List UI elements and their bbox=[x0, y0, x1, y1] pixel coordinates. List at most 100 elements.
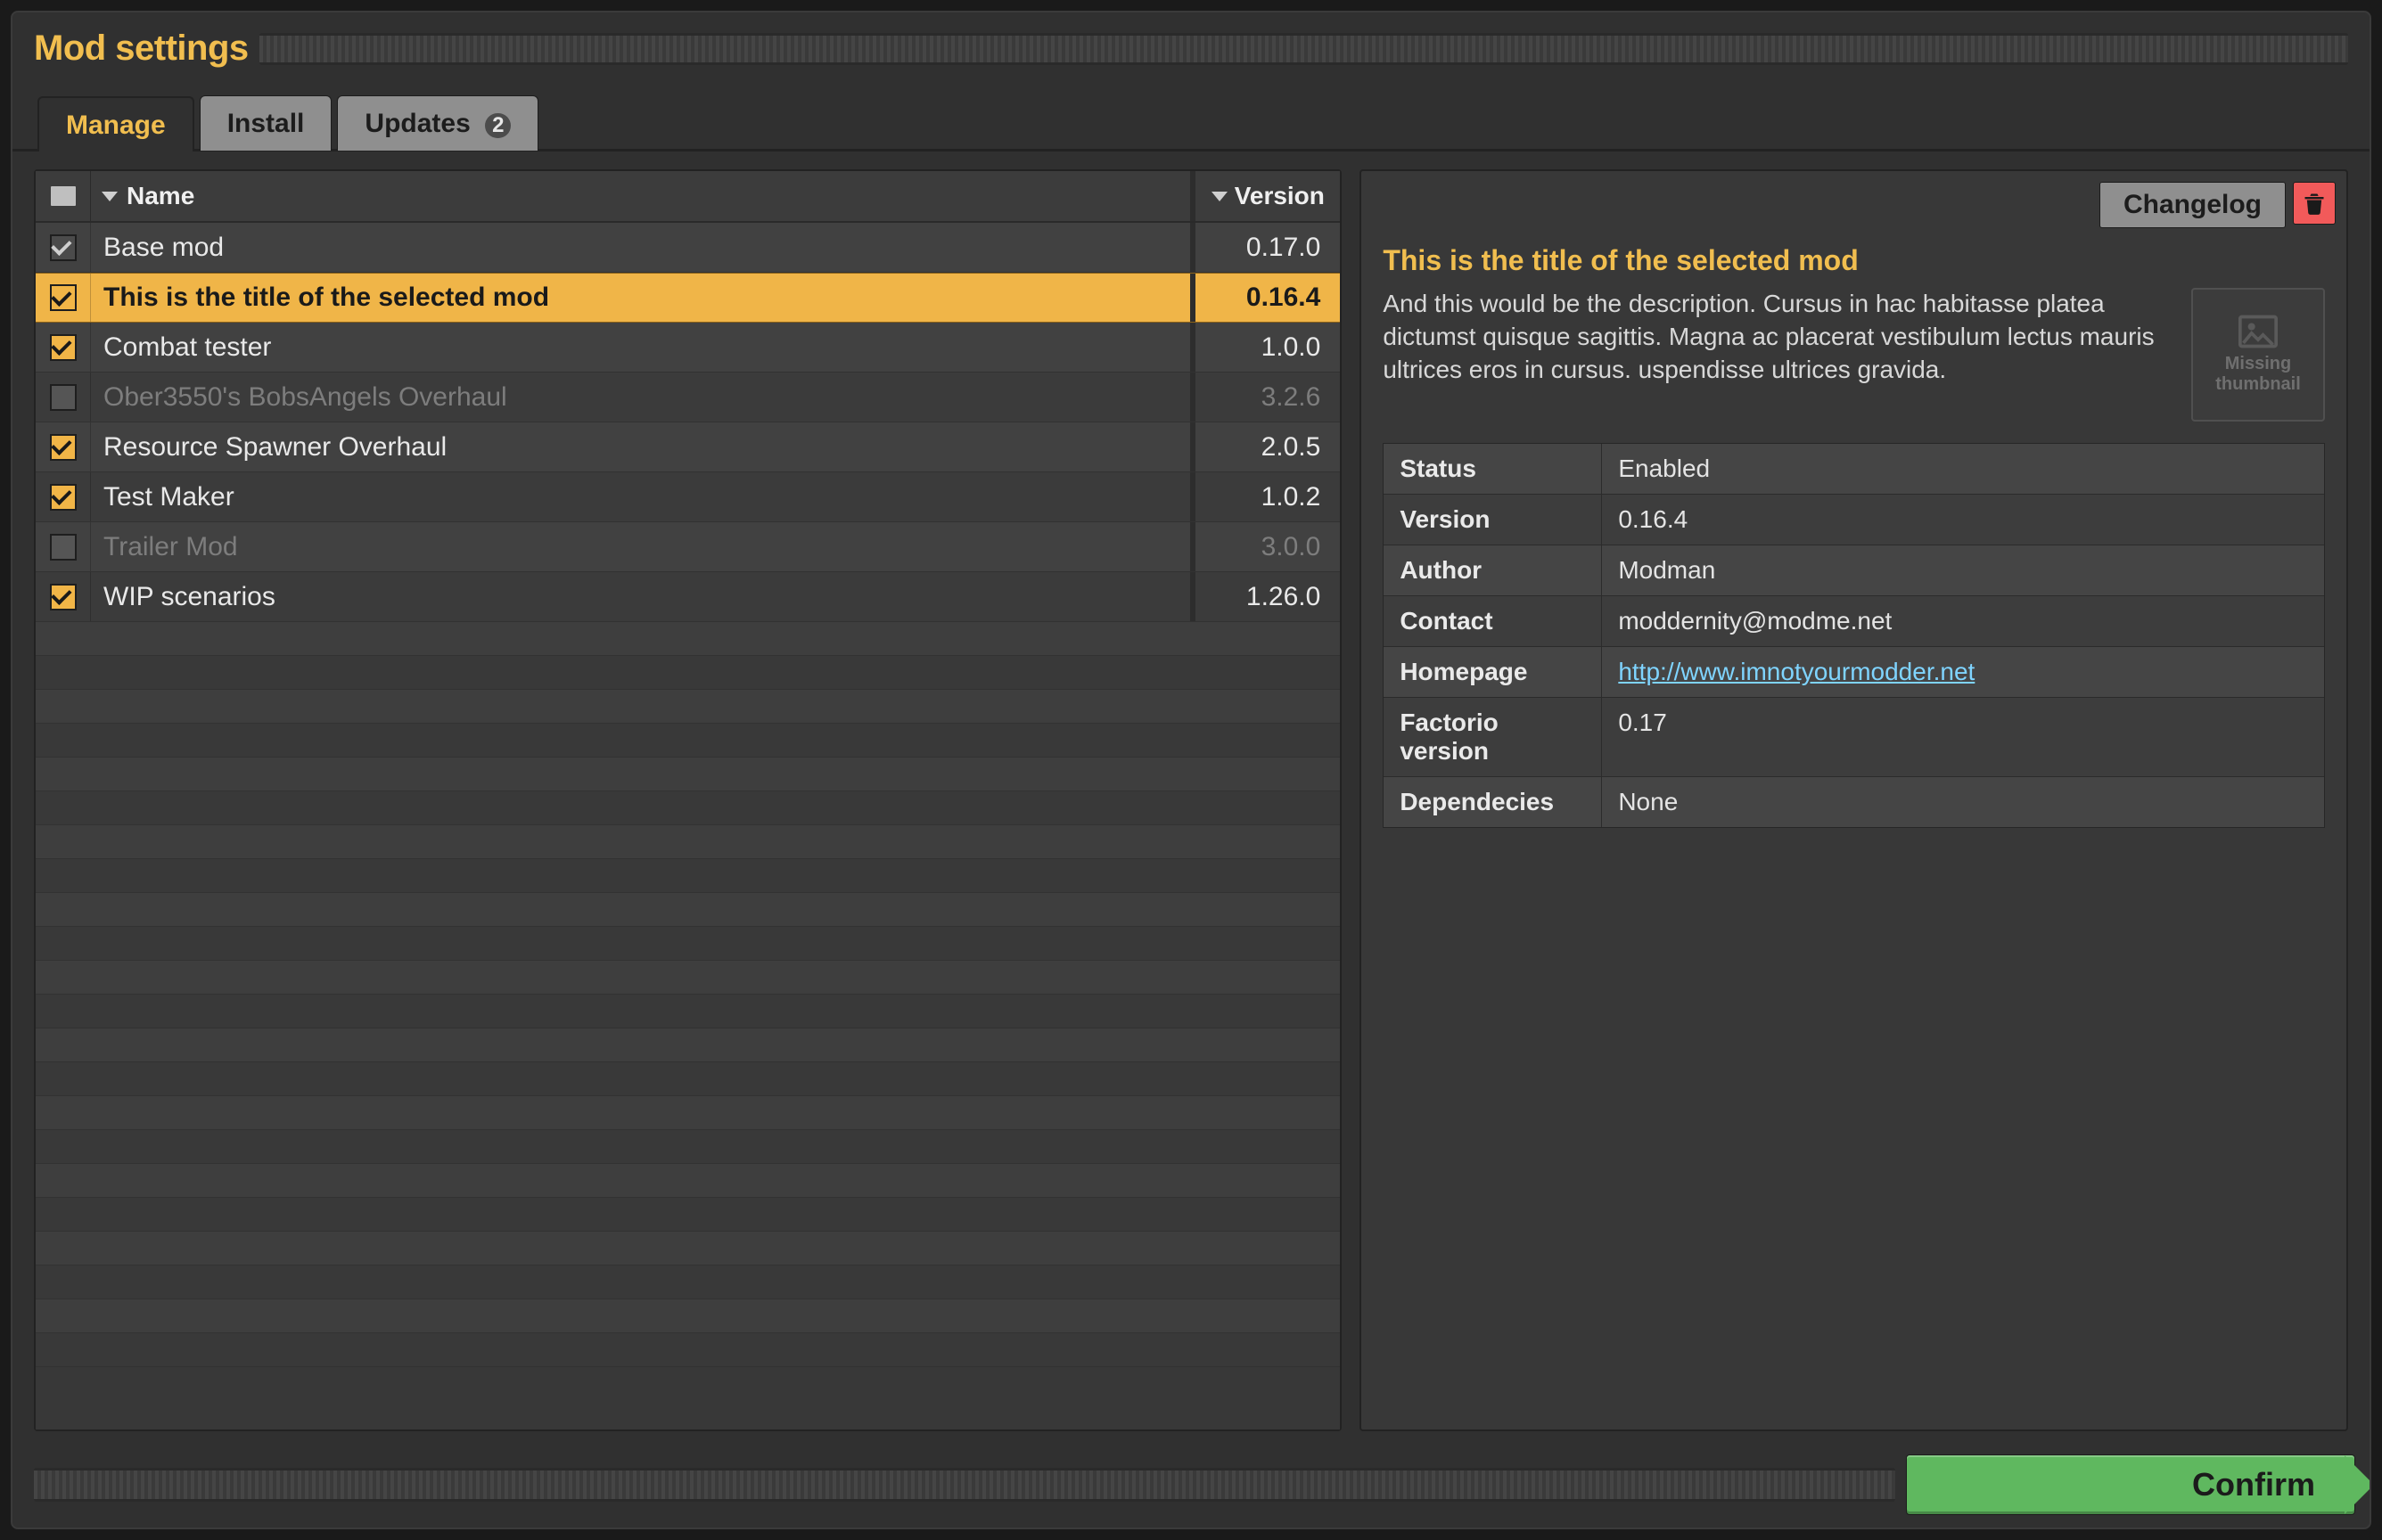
empty-row bbox=[36, 622, 1340, 656]
tab-install[interactable]: Install bbox=[200, 95, 333, 151]
name-column-header[interactable]: Name bbox=[91, 171, 1190, 221]
kv-row-author: Author Modman bbox=[1384, 545, 2324, 596]
mod-enable-checkbox-cell[interactable] bbox=[36, 422, 91, 471]
detail-scroll[interactable]: This is the title of the selected mod An… bbox=[1361, 228, 2346, 1429]
empty-row bbox=[36, 1232, 1340, 1266]
empty-row bbox=[36, 1333, 1340, 1367]
mod-version-cell: 0.17.0 bbox=[1190, 223, 1340, 272]
mod-row[interactable]: Resource Spawner Overhaul 2.0.5 bbox=[36, 422, 1340, 472]
version-column-header[interactable]: Version bbox=[1190, 171, 1340, 221]
mod-row[interactable]: Ober3550's BobsAngels Overhaul3.2.6 bbox=[36, 373, 1340, 422]
empty-row bbox=[36, 1062, 1340, 1096]
kv-row-homepage: Homepage http://www.imnotyourmodder.net bbox=[1384, 647, 2324, 698]
empty-row bbox=[36, 995, 1340, 1028]
mod-version: 2.0.5 bbox=[1261, 432, 1321, 463]
checkbox-icon bbox=[50, 284, 77, 311]
mod-version-cell: 1.0.2 bbox=[1190, 472, 1340, 521]
mod-version-cell: 0.16.4 bbox=[1190, 274, 1340, 322]
changelog-button[interactable]: Changelog bbox=[2099, 182, 2286, 228]
homepage-link[interactable]: http://www.imnotyourmodder.net bbox=[1618, 658, 1975, 685]
thumbnail-label: Missing thumbnail bbox=[2193, 354, 2323, 395]
empty-row bbox=[36, 1096, 1340, 1130]
mod-row[interactable]: This is the title of the selected mod 0.1… bbox=[36, 273, 1340, 323]
mod-enable-checkbox-cell[interactable] bbox=[36, 323, 91, 372]
mod-name: Base mod bbox=[103, 233, 224, 263]
empty-row bbox=[36, 758, 1340, 791]
mod-name: Test Maker bbox=[103, 482, 234, 512]
mod-version: 1.26.0 bbox=[1246, 582, 1320, 612]
kv-key: Dependecies bbox=[1384, 777, 1602, 827]
tab-label: Updates bbox=[365, 109, 470, 138]
mod-version: 1.0.2 bbox=[1261, 482, 1321, 512]
empty-row bbox=[36, 1164, 1340, 1198]
titlebar: Mod settings bbox=[12, 12, 2370, 78]
mod-enable-checkbox-cell[interactable] bbox=[36, 522, 91, 571]
mod-row[interactable]: Test Maker 1.0.2 bbox=[36, 472, 1340, 522]
confirm-button[interactable]: Confirm bbox=[1906, 1454, 2355, 1515]
mod-enable-checkbox-cell[interactable] bbox=[36, 472, 91, 521]
kv-row-factorio-version: Factorio version 0.17 bbox=[1384, 698, 2324, 777]
kv-row-status: Status Enabled bbox=[1384, 444, 2324, 495]
empty-row bbox=[36, 1028, 1340, 1062]
mod-version: 3.0.0 bbox=[1261, 532, 1321, 562]
tab-label: Install bbox=[227, 109, 305, 138]
tab-label: Manage bbox=[66, 111, 166, 140]
mod-name: Trailer Mod bbox=[103, 532, 238, 562]
mod-enable-checkbox-cell[interactable] bbox=[36, 373, 91, 422]
mod-row[interactable]: Trailer Mod 3.0.0 bbox=[36, 522, 1340, 572]
empty-row bbox=[36, 927, 1340, 961]
titlebar-drag-handle[interactable] bbox=[259, 33, 2348, 65]
kv-key: Version bbox=[1384, 495, 1602, 545]
kv-key: Factorio version bbox=[1384, 698, 1602, 776]
checkbox-icon bbox=[50, 534, 77, 561]
kv-key: Homepage bbox=[1384, 647, 1602, 697]
empty-row bbox=[36, 791, 1340, 825]
mod-enable-checkbox-cell[interactable] bbox=[36, 572, 91, 621]
mod-name: Resource Spawner Overhaul bbox=[103, 432, 447, 463]
mod-enable-checkbox-cell[interactable] bbox=[36, 223, 91, 272]
mod-row[interactable]: WIP scenarios1.26.0 bbox=[36, 572, 1340, 622]
mod-settings-window: Mod settings Manage Install Updates 2 Na… bbox=[11, 11, 2371, 1529]
mod-name: Combat tester bbox=[103, 332, 271, 363]
delete-mod-button[interactable] bbox=[2293, 182, 2336, 225]
tab-strip: Manage Install Updates 2 bbox=[12, 94, 2370, 152]
empty-row bbox=[36, 961, 1340, 995]
mod-version: 0.17.0 bbox=[1246, 233, 1320, 263]
checkbox-icon bbox=[50, 584, 77, 610]
updates-count-badge: 2 bbox=[485, 113, 511, 138]
checkbox-icon bbox=[50, 334, 77, 361]
mod-version-cell: 1.0.0 bbox=[1190, 323, 1340, 372]
tab-updates[interactable]: Updates 2 bbox=[337, 95, 538, 151]
kv-value: moddernity@modme.net bbox=[1602, 596, 2324, 646]
kv-value: http://www.imnotyourmodder.net bbox=[1602, 647, 2324, 697]
mod-version-cell: 2.0.5 bbox=[1190, 422, 1340, 471]
mod-name-cell: Trailer Mod bbox=[91, 522, 1190, 571]
column-label: Name bbox=[127, 182, 194, 210]
mod-list-header: Name Version bbox=[36, 171, 1340, 223]
empty-row bbox=[36, 859, 1340, 893]
kv-value: 0.16.4 bbox=[1602, 495, 2324, 545]
kv-row-contact: Contact moddernity@modme.net bbox=[1384, 596, 2324, 647]
mod-row[interactable]: Base mod 0.17.0 bbox=[36, 223, 1340, 273]
mod-name: This is the title of the selected mod bbox=[103, 283, 549, 313]
mod-version-cell: 3.0.0 bbox=[1190, 522, 1340, 571]
toggle-all-column[interactable] bbox=[36, 171, 91, 221]
mod-name-cell: Base mod bbox=[91, 223, 1190, 272]
checkbox-icon bbox=[50, 384, 77, 411]
mod-enable-checkbox-cell[interactable] bbox=[36, 274, 91, 322]
empty-row bbox=[36, 1198, 1340, 1232]
mod-detail-panel: Changelog This is the title of the selec… bbox=[1359, 169, 2348, 1431]
mod-name-cell: Test Maker bbox=[91, 472, 1190, 521]
missing-thumbnail: Missing thumbnail bbox=[2191, 288, 2325, 422]
mod-name-cell: Combat tester bbox=[91, 323, 1190, 372]
checkbox-icon bbox=[50, 234, 77, 261]
empty-row bbox=[36, 893, 1340, 927]
mod-name: Ober3550's BobsAngels Overhaul bbox=[103, 382, 507, 413]
footer-drag-handle[interactable] bbox=[34, 1468, 1895, 1502]
tab-manage[interactable]: Manage bbox=[37, 96, 194, 152]
checkbox-icon bbox=[50, 434, 77, 461]
mod-row[interactable]: Combat tester 1.0.0 bbox=[36, 323, 1340, 373]
checkbox-icon bbox=[50, 484, 77, 511]
detail-actions: Changelog bbox=[1361, 171, 2346, 228]
mod-list-body[interactable]: Base mod 0.17.0 This is the title of the s… bbox=[36, 223, 1340, 1429]
